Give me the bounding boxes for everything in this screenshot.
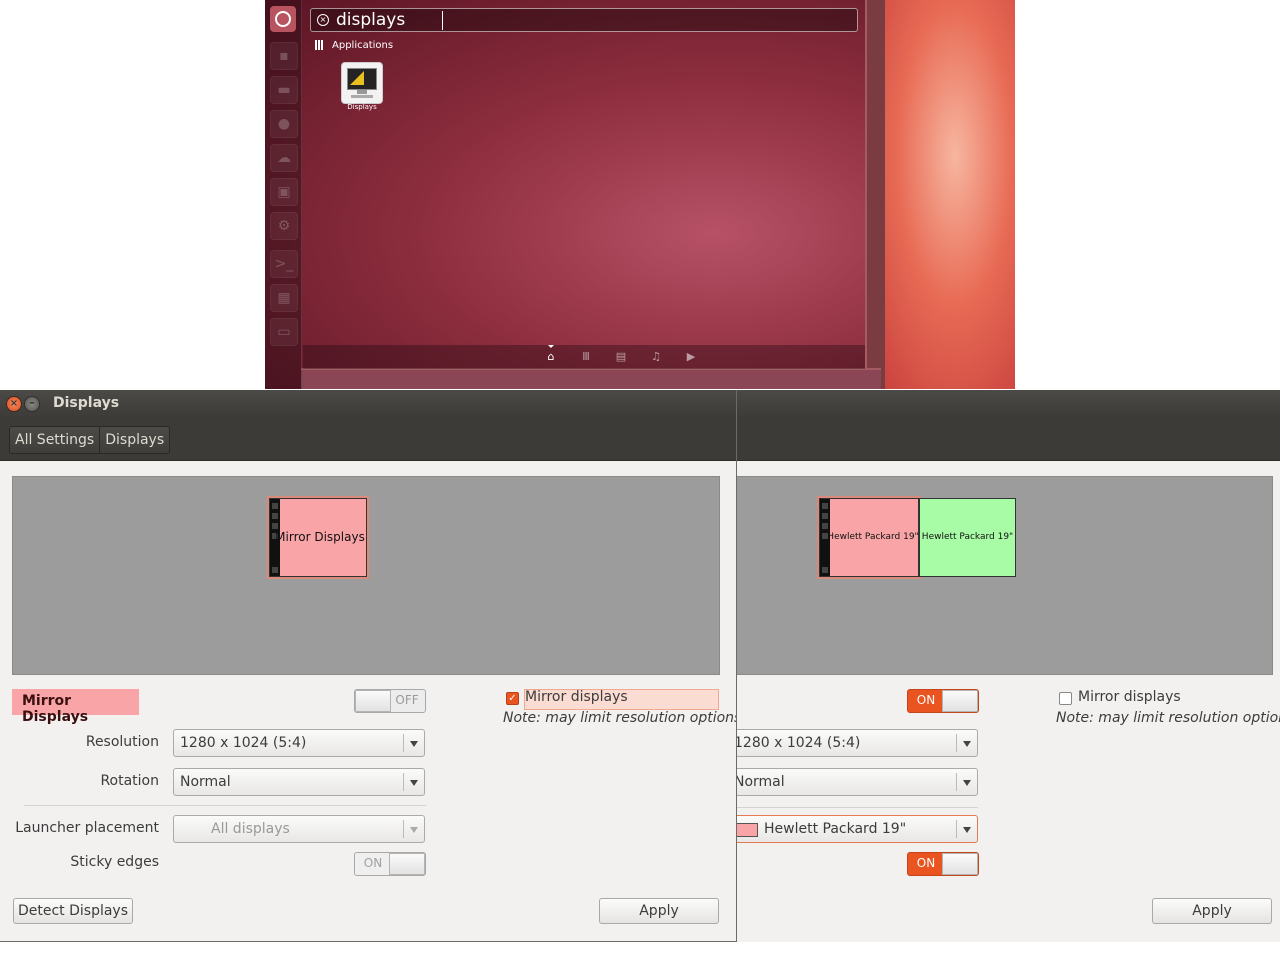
- launcher-placement-value: All displays: [211, 821, 290, 837]
- dash-frame-bottom: [301, 368, 881, 389]
- rotation-label: Rotation: [100, 773, 159, 789]
- launcher: ▪ ▬ ● ☁ ▣ ⚙ >_ ▦ ▭: [265, 0, 302, 389]
- monitor-power-switch[interactable]: OFF: [354, 689, 426, 713]
- breadcrumb-all-settings[interactable]: All Settings: [10, 427, 101, 453]
- resolution-value: 1280 x 1024 (5:4): [737, 735, 861, 751]
- mirror-note: Note: may limit resolution options: [1056, 710, 1280, 726]
- text-caret: [442, 11, 443, 30]
- monitor-name-label: Mirror Displays: [12, 689, 139, 725]
- unity-dash: ▪ ▬ ● ☁ ▣ ⚙ >_ ▦ ▭ × displays Applicatio…: [265, 0, 1015, 389]
- switch-state-text: ON: [916, 856, 936, 870]
- files-icon[interactable]: ▬: [270, 76, 298, 104]
- minimize-icon[interactable]: –: [24, 396, 40, 412]
- display-arrangement-preview: Mirror Displays: [12, 476, 720, 675]
- trash-icon[interactable]: ▭: [270, 318, 298, 346]
- monitor-primary[interactable]: Hewlett Packard 19": [819, 498, 919, 577]
- video-lens-icon[interactable]: ▶: [684, 350, 698, 364]
- rotation-combo[interactable]: Normal: [737, 768, 978, 796]
- settings-icon[interactable]: ⚙: [270, 212, 298, 240]
- display-arrangement-preview: Hewlett Packard 19" Hewlett Packard 19": [737, 476, 1273, 675]
- chevron-down-icon: [410, 741, 418, 747]
- switch-knob: [389, 853, 425, 875]
- resolution-label: Resolution: [85, 734, 159, 750]
- resolution-combo[interactable]: 1280 x 1024 (5:4): [173, 729, 425, 757]
- category-label: Applications: [332, 40, 394, 51]
- monitor-name-text: Mirror Displays: [22, 693, 89, 725]
- search-query-text: displays: [336, 10, 406, 30]
- home-folder-icon[interactable]: ▪: [270, 42, 298, 70]
- switch-knob: [942, 853, 978, 875]
- sticky-edges-label: Sticky edges: [70, 854, 159, 870]
- workspaces-icon[interactable]: ▦: [270, 284, 298, 312]
- software-center-icon[interactable]: ▣: [270, 178, 298, 206]
- category-header: Applications: [315, 40, 393, 51]
- sticky-edges-switch: ON: [354, 852, 426, 876]
- close-icon[interactable]: ×: [6, 396, 22, 412]
- clear-search-icon[interactable]: ×: [317, 14, 329, 26]
- ubuntu-logo-icon[interactable]: [270, 6, 296, 32]
- mirror-displays-checkbox[interactable]: [1059, 692, 1072, 705]
- mirror-note: Note: may limit resolution options: [503, 710, 737, 726]
- monitor-power-switch[interactable]: ON: [907, 689, 979, 713]
- applications-category-icon: [315, 40, 325, 50]
- lens-bar: ⌂ Ⅲ ▤ ♫ ▶: [303, 345, 865, 369]
- launcher-placement-combo: All displays: [173, 815, 425, 843]
- terminal-icon[interactable]: >_: [270, 250, 298, 278]
- desktop-wallpaper: [865, 0, 1015, 389]
- chevron-down-icon: [410, 780, 418, 786]
- toolbar: [737, 418, 1280, 461]
- displays-window: × – Displays All Settings Displays Mirro…: [0, 390, 737, 942]
- separator: [24, 805, 426, 806]
- title-bar: × – Displays: [0, 390, 736, 418]
- firefox-icon[interactable]: ●: [270, 110, 298, 138]
- apply-button[interactable]: Apply: [1152, 898, 1272, 924]
- home-lens-icon[interactable]: ⌂: [544, 350, 558, 364]
- dash-frame-edge: [865, 0, 885, 389]
- rotation-combo[interactable]: Normal: [173, 768, 425, 796]
- chevron-down-icon: [963, 780, 971, 786]
- toolbar: All Settings Displays: [0, 418, 736, 461]
- rotation-value: Normal: [737, 774, 785, 790]
- dash-search-field[interactable]: × displays: [310, 8, 858, 32]
- switch-state-text: OFF: [395, 693, 419, 707]
- monitor-label: Mirror Displays: [275, 530, 365, 544]
- rotation-value: Normal: [180, 774, 231, 790]
- monitor-secondary[interactable]: Hewlett Packard 19": [919, 498, 1016, 577]
- monitor-color-swatch: [737, 823, 758, 837]
- chevron-down-icon: [410, 827, 418, 833]
- music-lens-icon[interactable]: ♫: [649, 350, 663, 364]
- launcher-placement-combo[interactable]: Hewlett Packard 19": [737, 815, 978, 843]
- monitor-mirrored[interactable]: Mirror Displays: [269, 498, 367, 577]
- resolution-combo[interactable]: 1280 x 1024 (5:4): [737, 729, 978, 757]
- mirror-displays-label[interactable]: Mirror displays: [525, 689, 628, 705]
- chevron-down-icon: [963, 827, 971, 833]
- detect-displays-button[interactable]: Detect Displays: [13, 898, 133, 924]
- breadcrumb: All Settings Displays: [9, 426, 171, 454]
- launcher-placement-label: Launcher placement: [15, 820, 159, 836]
- breadcrumb-displays[interactable]: Displays: [100, 427, 169, 453]
- apply-button[interactable]: Apply: [599, 898, 719, 924]
- switch-state-text: ON: [363, 856, 383, 870]
- mirror-displays-checkbox[interactable]: ✓: [506, 692, 519, 705]
- monitor-secondary-label: Hewlett Packard 19": [921, 532, 1014, 542]
- switch-state-text: ON: [916, 693, 936, 707]
- switch-knob: [942, 690, 978, 712]
- displays-app-icon[interactable]: [341, 62, 383, 104]
- applications-lens-icon[interactable]: Ⅲ: [579, 350, 593, 364]
- result-label-displays[interactable]: Displays: [335, 103, 389, 111]
- sticky-edges-switch[interactable]: ON: [907, 852, 979, 876]
- chevron-down-icon: [963, 741, 971, 747]
- files-lens-icon[interactable]: ▤: [614, 350, 628, 364]
- window-title: Displays: [53, 395, 120, 411]
- title-bar: [737, 390, 1280, 418]
- ubuntu-one-icon[interactable]: ☁: [270, 144, 298, 172]
- displays-window-secondary: Hewlett Packard 19" Hewlett Packard 19" …: [737, 390, 1280, 942]
- switch-knob: [355, 690, 391, 712]
- active-lens-indicator: [548, 345, 554, 348]
- resolution-value: 1280 x 1024 (5:4): [180, 735, 307, 751]
- mirror-displays-label[interactable]: Mirror displays: [1078, 689, 1181, 705]
- launcher-placement-value: Hewlett Packard 19": [764, 821, 907, 837]
- monitor-primary-label: Hewlett Packard 19": [827, 532, 919, 542]
- separator: [737, 807, 978, 808]
